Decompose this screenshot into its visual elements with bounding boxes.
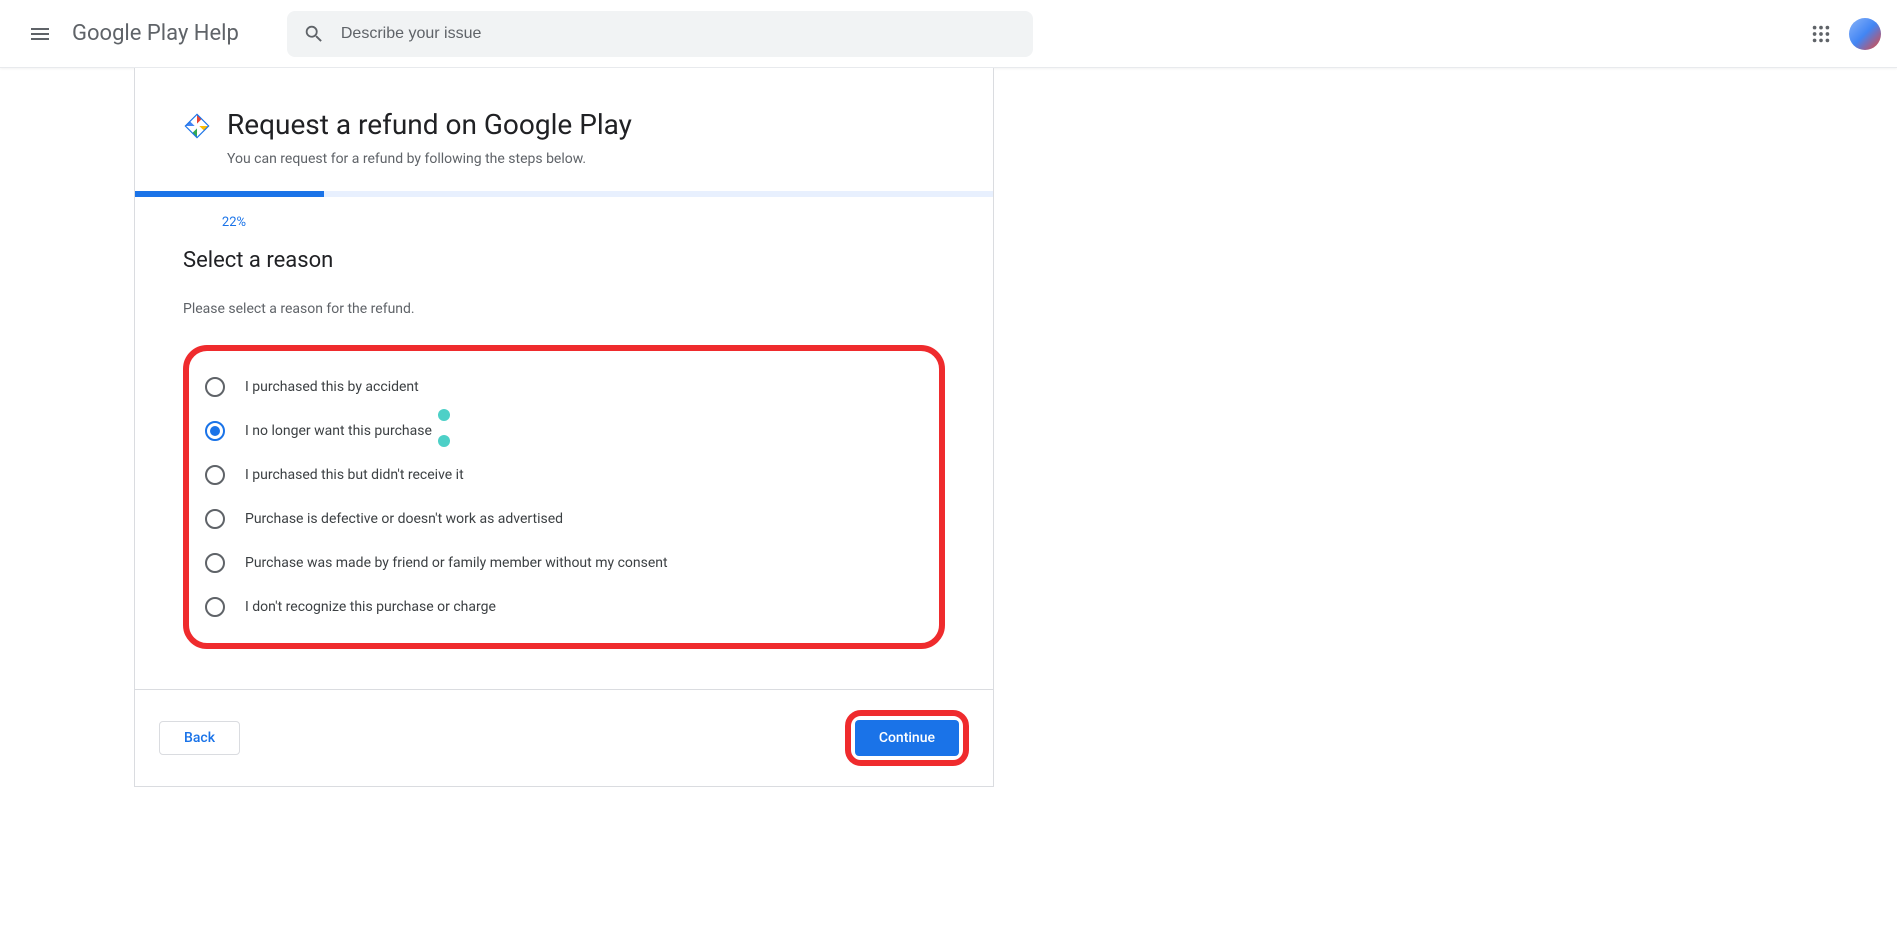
radio-label: Purchase was made by friend or family me… <box>245 555 668 571</box>
refund-card: Request a refund on Google Play You can … <box>134 68 994 787</box>
radio-option-not-received[interactable]: I purchased this but didn't receive it <box>199 453 929 497</box>
radio-option-accident[interactable]: I purchased this by accident <box>199 365 929 409</box>
search-icon <box>303 23 325 45</box>
radio-icon <box>205 421 225 441</box>
menu-button[interactable] <box>16 10 64 58</box>
options-highlight: I purchased this by accident I no longer… <box>183 345 945 649</box>
radio-icon <box>205 597 225 617</box>
apps-button[interactable] <box>1801 14 1841 54</box>
radio-icon <box>205 377 225 397</box>
progress-bar <box>135 191 993 197</box>
radio-label: I purchased this by accident <box>245 379 419 395</box>
hamburger-icon <box>28 22 52 46</box>
continue-button[interactable]: Continue <box>855 720 959 756</box>
radio-icon <box>205 465 225 485</box>
header-bar: Google Play Help <box>0 0 1897 68</box>
radio-label: I purchased this but didn't receive it <box>245 467 464 483</box>
header-right <box>1801 14 1881 54</box>
section-heading: Select a reason <box>183 248 945 273</box>
back-button[interactable]: Back <box>159 721 240 755</box>
search-input[interactable] <box>341 25 1017 43</box>
search-bar[interactable] <box>287 11 1033 57</box>
avatar[interactable] <box>1849 18 1881 50</box>
radio-label: I don't recognize this purchase or charg… <box>245 599 496 615</box>
radio-option-unauthorized[interactable]: Purchase was made by friend or family me… <box>199 541 929 585</box>
radio-label: Purchase is defective or doesn't work as… <box>245 511 563 527</box>
content-area: Request a refund on Google Play You can … <box>0 68 1897 787</box>
radio-option-no-longer-want[interactable]: I no longer want this purchase <box>199 409 929 453</box>
card-header: Request a refund on Google Play You can … <box>135 68 993 191</box>
form-body: Select a reason Please select a reason f… <box>135 248 993 689</box>
card-footer: Back Continue <box>135 689 993 786</box>
radio-icon <box>205 509 225 529</box>
card-subtitle: You can request for a refund by followin… <box>227 151 632 167</box>
progress-label: 22% <box>135 197 333 248</box>
radio-option-unrecognized[interactable]: I don't recognize this purchase or charg… <box>199 585 929 629</box>
continue-highlight: Continue <box>845 710 969 766</box>
radio-icon <box>205 553 225 573</box>
radio-option-defective[interactable]: Purchase is defective or doesn't work as… <box>199 497 929 541</box>
apps-grid-icon <box>1810 23 1832 45</box>
progress-fill <box>135 191 324 197</box>
radio-label: I no longer want this purchase <box>245 423 432 439</box>
card-title: Request a refund on Google Play <box>227 108 632 141</box>
page-title: Google Play Help <box>72 21 239 46</box>
section-sub: Please select a reason for the refund. <box>183 301 945 317</box>
google-play-icon <box>183 112 211 140</box>
